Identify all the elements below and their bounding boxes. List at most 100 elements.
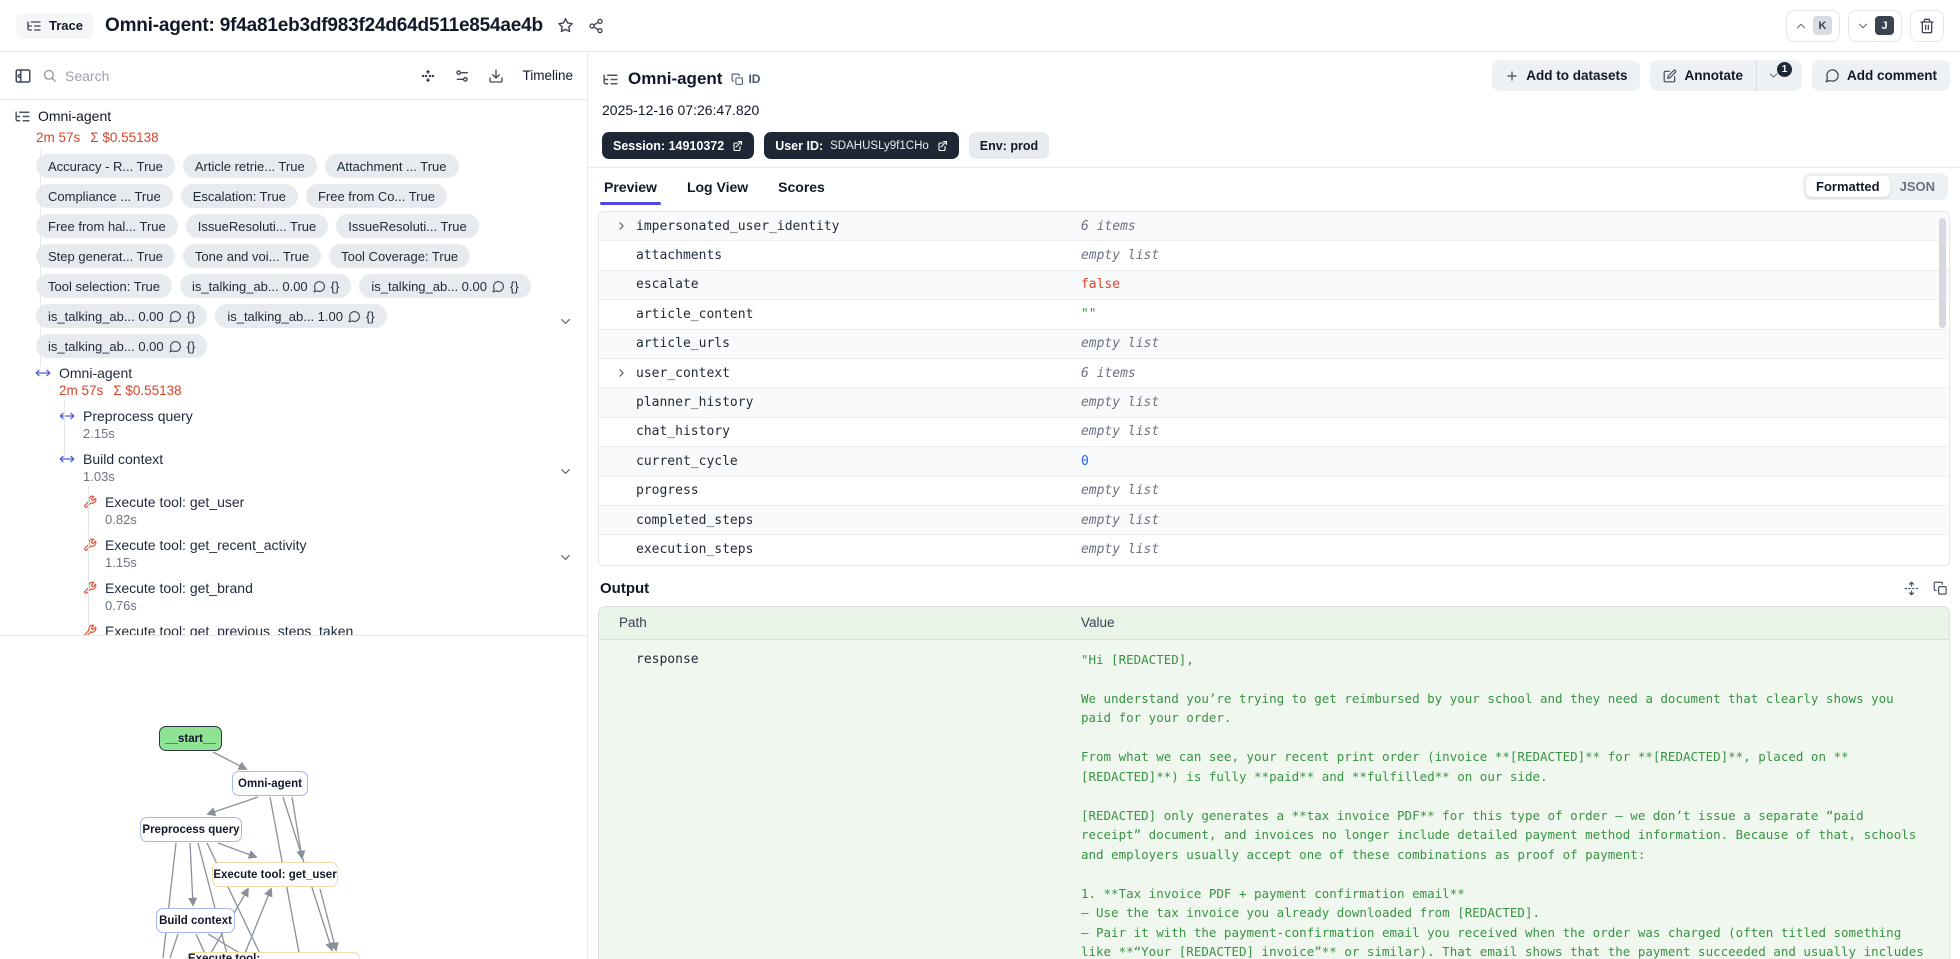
output-value: "Hi [REDACTED], We understand you’re try… <box>1080 651 1924 959</box>
chevron-up-icon <box>1796 23 1806 28</box>
input-preview-table: impersonated_user_identity 6 items attachm… <box>598 211 1950 566</box>
bookmark-star-icon[interactable] <box>557 17 574 34</box>
span-name: Execute tool: get_brand <box>105 580 253 596</box>
tree-item-build-context[interactable]: Build context 1.03s <box>59 449 587 487</box>
score-chip[interactable]: Compliance ... True <box>36 184 173 208</box>
scrollbar-thumb[interactable] <box>1939 218 1946 328</box>
score-chip[interactable]: Step generat... True <box>36 244 175 268</box>
collapse-chevron-button[interactable] <box>556 548 574 566</box>
root-span-name: Omni-agent <box>38 108 112 124</box>
preview-row-user_context[interactable]: user_context 6 items <box>599 359 1949 389</box>
collapse-panel-icon[interactable] <box>14 67 32 85</box>
annotate-button[interactable]: Annotate <box>1650 60 1756 91</box>
prev-trace-button[interactable]: K <box>1786 9 1840 42</box>
tree-item-execute-tool-get-recent-activity[interactable]: Execute tool: get_recent_activity 1.15s <box>83 535 587 573</box>
score-chip[interactable]: Accuracy - R... True <box>36 154 175 178</box>
graph-node-build-context[interactable]: Build context <box>156 908 235 933</box>
preview-key: impersonated_user_identity <box>636 218 840 234</box>
add-comment-button[interactable]: Add comment <box>1811 60 1950 91</box>
output-table: Path Value response "Hi [REDACTED], We u… <box>598 605 1950 959</box>
score-chip-suffix: {} <box>330 278 340 294</box>
tree-item-trace-root[interactable]: Omni-agent <box>14 106 587 126</box>
score-chip[interactable]: is_talking_ab... 0.00 {} <box>359 274 531 298</box>
graph-node-execute-tool-get-recent-activity[interactable]: Execute tool: get_recent_activity <box>187 952 360 959</box>
session-label: Session: 14910372 <box>613 138 725 153</box>
graph-node-omni-agent[interactable]: Omni-agent <box>232 771 308 796</box>
unfold-vertical-icon[interactable] <box>1904 581 1919 596</box>
score-chip[interactable]: Free from hal... True <box>36 214 178 238</box>
tree-item-execute-tool-get-user[interactable]: Execute tool: get_user 0.82s <box>83 492 587 530</box>
graph-edge <box>162 842 177 959</box>
shortcut-k-badge: K <box>1813 16 1832 35</box>
preview-row-chat_history: chat_history empty list <box>599 418 1949 448</box>
preview-value: empty list <box>1080 424 1160 440</box>
preview-row-impersonated_user_identity[interactable]: impersonated_user_identity 6 items <box>599 212 1949 242</box>
graph-edges <box>162 751 339 959</box>
score-chip-label: IssueResoluti... True <box>348 218 467 234</box>
score-chip-label: Escalation: True <box>192 188 286 204</box>
format-option-json[interactable]: JSON <box>1890 176 1945 197</box>
score-chip-label: IssueResoluti... True <box>197 218 317 234</box>
span-title: Omni-agent <box>628 69 723 88</box>
chevron-right-icon[interactable] <box>615 220 628 233</box>
copy-output-icon[interactable] <box>1933 581 1948 596</box>
score-chip[interactable]: Tool selection: True <box>36 274 173 298</box>
graph-node-preprocess-query[interactable]: Preprocess query <box>140 817 242 842</box>
score-chip-suffix: {} <box>186 308 196 324</box>
collapse-chevron-button[interactable] <box>556 462 574 480</box>
tree-item-omni-agent[interactable]: Omni-agent 2m 57s Σ $0.55138 <box>35 363 587 401</box>
env-label: Env: prod <box>979 138 1039 153</box>
download-icon[interactable] <box>488 68 504 84</box>
chevron-right-icon[interactable] <box>615 367 628 380</box>
score-chip[interactable]: Tool Coverage: True <box>329 244 471 268</box>
score-chip-label: Step generat... True <box>48 248 163 264</box>
collapse-chevron-button[interactable] <box>556 312 574 330</box>
tab-scores[interactable]: Scores <box>776 168 827 205</box>
tree-item-execute-tool-get-brand[interactable]: Execute tool: get_brand 0.76s <box>83 578 587 616</box>
expand-all-icon[interactable] <box>420 68 436 84</box>
score-chip[interactable]: is_talking_ab... 0.00 {} <box>36 304 208 328</box>
trace-detail-panel: Omni-agent ID Add to datasets Annotate 1… <box>588 52 1960 959</box>
copy-icon <box>731 73 744 85</box>
span-cost: Σ $0.55138 <box>113 383 182 398</box>
tab-preview[interactable]: Preview <box>600 168 661 205</box>
score-chip[interactable]: Tone and voi... True <box>182 244 322 268</box>
score-chip-row: Accuracy - R... True Article retrie... Tr… <box>36 154 562 178</box>
preview-row-escalate: escalate false <box>599 270 1949 301</box>
score-chip[interactable]: Escalation: True <box>180 184 298 208</box>
preview-key: attachments <box>636 248 723 264</box>
next-trace-button[interactable]: J <box>1848 9 1902 42</box>
score-chip[interactable]: Free from Co... True <box>305 184 447 208</box>
add-to-datasets-button[interactable]: Add to datasets <box>1492 60 1641 91</box>
graph-node--start-[interactable]: __start__ <box>159 726 222 751</box>
tree-item-execute-tool-get-previous-steps-taken[interactable]: Execute tool: get_previous_steps_taken1.… <box>83 621 587 635</box>
score-chip[interactable]: Attachment ... True <box>324 154 459 178</box>
score-chip[interactable]: IssueResoluti... True <box>336 214 479 238</box>
annotate-dropdown-button[interactable]: 1 <box>1755 60 1802 91</box>
graph-node-execute-tool-get-user[interactable]: Execute tool: get_user <box>212 862 338 887</box>
root-duration: 2m 57s <box>36 130 81 145</box>
search-box[interactable] <box>42 67 410 84</box>
score-chip[interactable]: is_talking_ab... 0.00 {} <box>180 274 352 298</box>
score-chip[interactable]: is_talking_ab... 0.00 {} <box>36 334 208 358</box>
preview-key: completed_steps <box>636 512 754 528</box>
tree-item-preprocess-query[interactable]: Preprocess query 2.15s <box>59 406 587 444</box>
delete-trace-button[interactable] <box>1910 9 1944 42</box>
score-chip[interactable]: IssueResoluti... True <box>185 214 329 238</box>
share-icon[interactable] <box>588 18 604 34</box>
tab-log-view[interactable]: Log View <box>685 168 750 205</box>
search-input[interactable] <box>65 67 285 84</box>
preview-row-article_content: article_content "" <box>599 300 1949 330</box>
trace-label: Trace <box>49 18 83 33</box>
score-chip[interactable]: is_talking_ab... 1.00 {} <box>215 304 387 328</box>
user-id-badge[interactable]: User ID: SDAHUSLy9f1CHo <box>764 132 959 159</box>
format-option-formatted[interactable]: Formatted <box>1806 176 1890 197</box>
preview-key: chat_history <box>636 424 730 440</box>
score-chip[interactable]: Article retrie... True <box>182 154 317 178</box>
user-id-label: User ID: <box>775 138 824 153</box>
session-badge[interactable]: Session: 14910372 <box>602 132 755 159</box>
view-settings-icon[interactable] <box>454 68 470 84</box>
copy-id-button[interactable]: ID <box>731 72 760 86</box>
list-tree-icon <box>602 71 619 88</box>
timeline-toggle[interactable]: Timeline <box>522 68 573 83</box>
